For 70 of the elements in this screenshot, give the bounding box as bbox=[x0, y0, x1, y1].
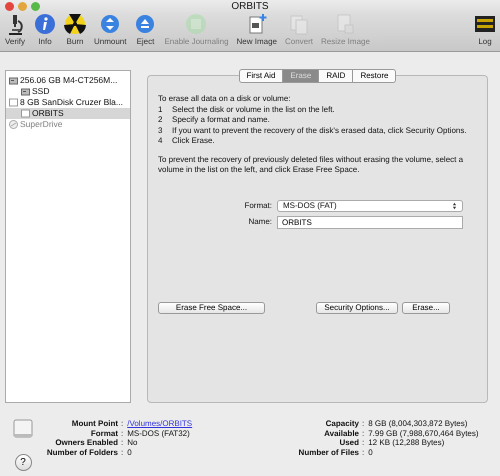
sidebar-item[interactable]: ORBITS bbox=[6, 108, 130, 119]
info-value: MS-DOS (FAT32) bbox=[127, 428, 190, 438]
instruction-text: To erase all data on a disk or volume: bbox=[158, 94, 292, 104]
info-separator: : bbox=[121, 419, 124, 428]
info-label: Capacity bbox=[324, 419, 359, 429]
help-button[interactable]: ? bbox=[14, 454, 32, 471]
info-separator: : bbox=[121, 448, 124, 457]
info-label: Number of Files bbox=[298, 448, 359, 458]
toolbar-button[interactable]: New Image bbox=[236, 13, 277, 47]
step-number: 4 bbox=[158, 136, 164, 146]
convert-icon bbox=[288, 13, 310, 35]
step-text: If you want to prevent the recovery of the disk's erased data, click Security Options. bbox=[172, 126, 467, 134]
radiation-icon bbox=[64, 13, 86, 35]
toolbar-button[interactable]: Info bbox=[34, 13, 56, 47]
sidebar-item[interactable]: 256.06 GB M4-CT256M... bbox=[6, 75, 130, 86]
info-separator: : bbox=[362, 448, 364, 457]
zoom-button[interactable] bbox=[31, 2, 40, 11]
info-label: Owners Enabled bbox=[54, 438, 118, 448]
toolbar-button[interactable]: Burn bbox=[64, 13, 86, 47]
info-label: Mount Point bbox=[70, 419, 118, 429]
erase-free-space-button[interactable]: Erase Free Space... bbox=[158, 302, 265, 314]
step-text: Click Erase. bbox=[172, 136, 215, 145]
security-options-button[interactable]: Security Options... bbox=[316, 302, 398, 314]
optical-disc-icon bbox=[9, 120, 18, 129]
info-value: 12 KB (12,288 Bytes) bbox=[368, 438, 444, 448]
info-label: Used bbox=[338, 438, 359, 448]
name-field[interactable]: ORBITS bbox=[277, 216, 463, 228]
field-label: Format: bbox=[243, 200, 272, 212]
log-icon bbox=[474, 13, 496, 35]
tab[interactable]: First Aid bbox=[238, 69, 284, 83]
field-label: Name: bbox=[247, 216, 272, 228]
info-separator: : bbox=[121, 428, 124, 438]
info-label: Available bbox=[323, 428, 359, 438]
info-value: No bbox=[127, 438, 138, 448]
journal-icon bbox=[185, 13, 208, 35]
toolbar-button[interactable]: Eject bbox=[134, 13, 156, 47]
toolbar-button[interactable]: Unmount bbox=[94, 13, 126, 47]
info-value: 0 bbox=[127, 448, 132, 457]
info-icon bbox=[34, 13, 56, 35]
info-label: Format bbox=[90, 428, 118, 438]
toolbar-button[interactable]: Verify bbox=[4, 13, 26, 47]
step-number: 3 bbox=[158, 126, 164, 136]
sidebar-item[interactable]: SSD bbox=[6, 86, 130, 97]
toolbar-button[interactable]: Log bbox=[474, 13, 496, 47]
tab[interactable]: RAID bbox=[319, 69, 354, 83]
erase-button[interactable]: Erase... bbox=[402, 302, 450, 314]
sidebar-item[interactable]: 8 GB SanDisk Cruzer Bla... bbox=[6, 97, 130, 108]
mount-point-link[interactable]: /Volumes/ORBITS bbox=[127, 419, 192, 428]
step-number: 1 bbox=[158, 104, 164, 115]
info-value: 0 bbox=[368, 448, 373, 457]
updown-arrows-icon bbox=[452, 202, 457, 210]
unmount-icon bbox=[99, 13, 122, 35]
drive-icon bbox=[13, 419, 33, 438]
tab[interactable]: Restore bbox=[353, 69, 396, 83]
step-text: Specify a format and name. bbox=[172, 115, 270, 124]
info-value: 8 GB (8,004,303,872 Bytes) bbox=[368, 419, 468, 428]
info-value: 7.99 GB (7,988,670,464 Bytes) bbox=[368, 428, 479, 438]
format-dropdown[interactable]: MS-DOS (FAT) bbox=[277, 200, 463, 212]
close-button[interactable] bbox=[5, 2, 14, 11]
step-text: Select the disk or volume in the list on the left. bbox=[172, 104, 335, 114]
info-separator: : bbox=[362, 428, 364, 438]
info-separator: : bbox=[362, 438, 364, 448]
step-number: 2 bbox=[158, 115, 164, 126]
instruction-text: To prevent the recovery of previously deleted files without erasing the volume, select a volume in the list on the left, and click Erase Free Space. bbox=[158, 154, 464, 176]
eject-icon bbox=[134, 13, 156, 35]
window-title: ORBITS bbox=[231, 1, 269, 12]
info-label: Number of Folders bbox=[46, 448, 118, 458]
minimize-button[interactable] bbox=[18, 2, 27, 11]
info-separator: : bbox=[362, 419, 364, 428]
info-separator: : bbox=[121, 438, 124, 448]
